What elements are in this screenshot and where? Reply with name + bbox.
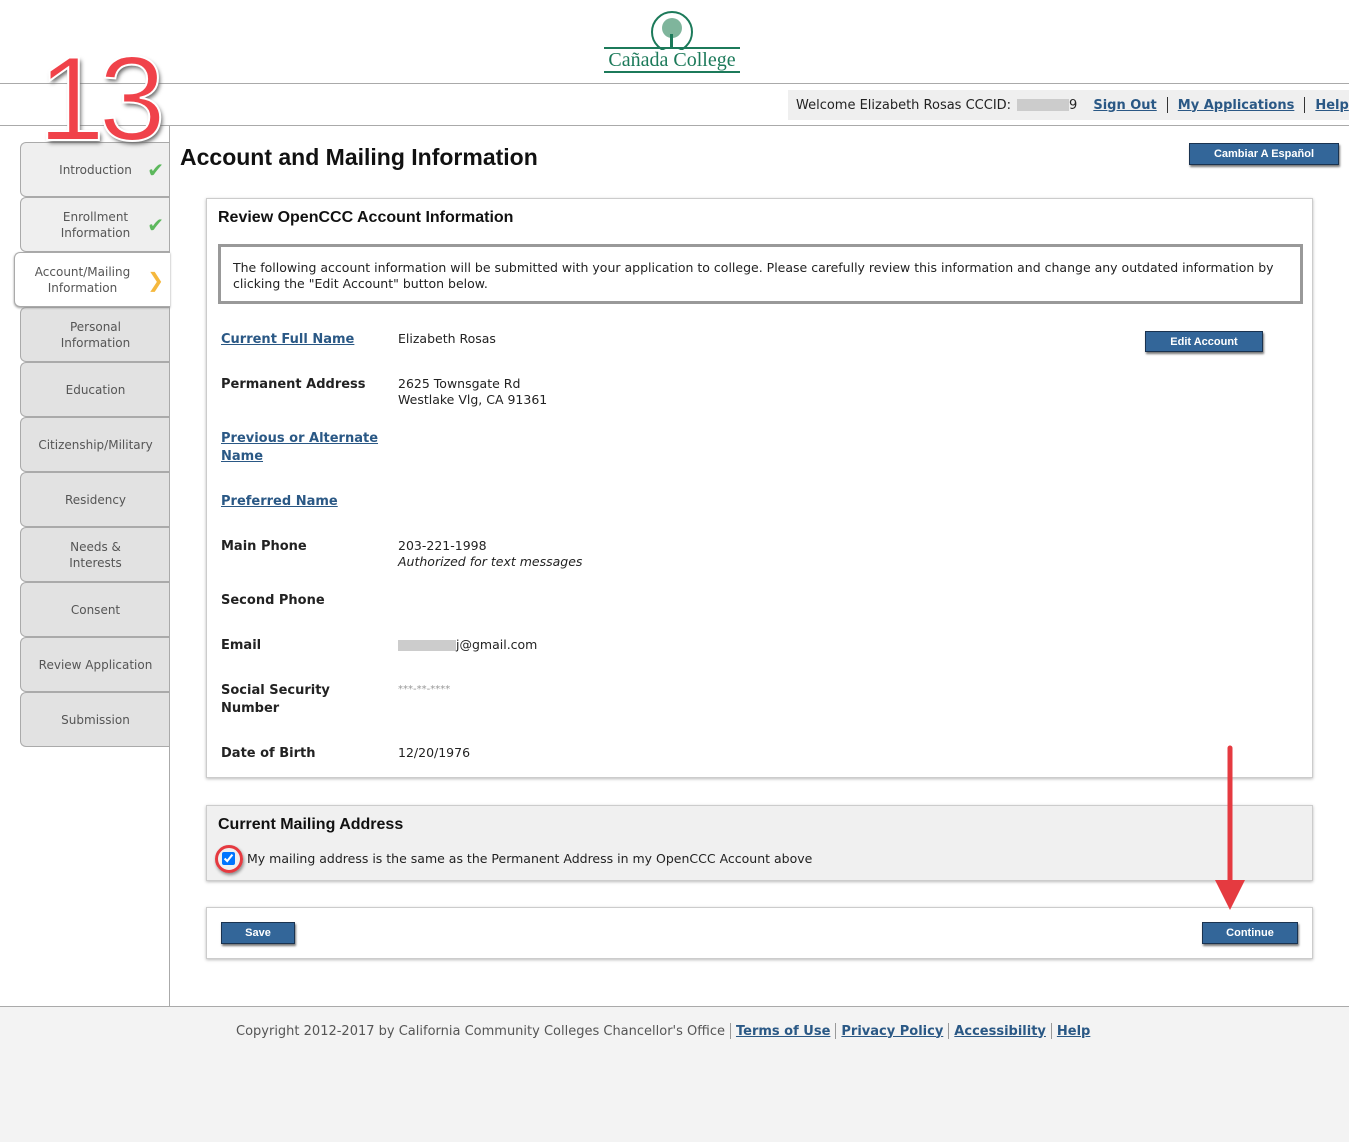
accessibility-link[interactable]: Accessibility [954,1024,1046,1039]
nav-label: Consent [70,602,121,617]
redacted-email [398,640,456,651]
save-button[interactable]: Save [221,922,295,944]
phone-note: Authorized for text messages [398,554,583,569]
nav-label: Residency [64,492,127,507]
nav-label: Citizenship/Military [38,437,153,452]
divider [948,1023,950,1039]
red-arrow-annotation [1215,745,1245,910]
full-name-value: Elizabeth Rosas [398,331,496,346]
college-logo: Cañada College [604,10,740,74]
same-address-checkbox[interactable] [222,852,235,865]
main-phone-value: 203-221-1998 [398,538,487,553]
current-full-name-link[interactable]: Current Full Name [221,331,398,349]
header-divider [0,83,1349,84]
field-label: Permanent Address [221,377,366,392]
divider [1304,97,1306,113]
dob-value: 12/20/1976 [398,745,471,760]
terms-link[interactable]: Terms of Use [736,1024,830,1039]
cccid-suffix: 9 [1069,97,1078,113]
nav-label: Account/Mailing Information [34,264,131,295]
section-heading: Current Mailing Address [218,816,404,833]
nav-label: Enrollment Information [60,209,131,240]
footer-help-link[interactable]: Help [1057,1024,1090,1039]
sidebar-item-enrollment[interactable]: Enrollment Information ✔ [20,197,170,252]
sign-out-link[interactable]: Sign Out [1093,98,1156,113]
copyright-text: Copyright 2012-2017 by California Commun… [236,1023,725,1039]
divider [1166,97,1168,113]
sidebar-nav: Introduction ✔ Enrollment Information ✔ Ac… [14,142,170,747]
address-line1: 2625 Townsgate Rd [398,376,521,391]
divider [835,1023,837,1039]
footer: Copyright 2012-2017 by California Commun… [0,1006,1349,1142]
checkbox-label: My mailing address is the same as the Pe… [247,851,813,866]
spanish-button[interactable]: Cambiar A Español [1189,143,1339,165]
nav-label: Review Application [38,657,153,672]
divider [729,1023,731,1039]
sidebar-item-review[interactable]: Review Application [20,637,170,692]
field-label: Social Security Number [221,683,330,716]
privacy-link[interactable]: Privacy Policy [841,1024,943,1039]
sidebar-item-residency[interactable]: Residency [20,472,170,527]
field-label: Date of Birth [221,746,316,761]
field-label: Main Phone [221,539,307,554]
mailing-address-panel: Current Mailing Address My mailing addre… [206,805,1313,881]
sidebar-item-submission[interactable]: Submission [20,692,170,747]
nav-label: Submission [61,712,130,727]
chevron-right-icon: ❯ [147,267,164,292]
field-label: Email [221,638,262,653]
sidebar-item-needs-interests[interactable]: Needs & Interests [20,527,170,582]
sidebar-item-account-mailing[interactable]: Account/Mailing Information ❯ [14,252,170,307]
sidebar-item-education[interactable]: Education [20,362,170,417]
step-number-annotation: 13 [37,32,167,166]
nav-label: Personal Information [60,319,131,350]
actions-panel: Save Continue [206,907,1313,959]
page-title: Account and Mailing Information [180,144,538,170]
help-link[interactable]: Help [1315,98,1348,113]
sidebar-item-citizenship[interactable]: Citizenship/Military [20,417,170,472]
ssn-value: ***-**-**** [398,684,451,695]
nav-label: Needs & Interests [69,539,122,570]
account-review-panel: Review OpenCCC Account Information The f… [206,198,1313,778]
my-applications-link[interactable]: My Applications [1178,98,1295,113]
sidebar-item-consent[interactable]: Consent [20,582,170,637]
address-line2: Westlake Vlg, CA 91361 [398,392,548,407]
subheader-divider [0,125,1349,126]
alternate-name-link[interactable]: Previous or Alternate Name [221,430,381,466]
check-icon: ✔ [147,212,164,237]
redacted-cccid [1017,99,1070,111]
edit-account-button[interactable]: Edit Account [1145,331,1263,352]
notice-box: The following account information will b… [218,244,1303,304]
email-value: j@gmail.com [456,637,538,652]
field-label: Second Phone [221,593,325,608]
preferred-name-link[interactable]: Preferred Name [221,493,398,511]
section-heading: Review OpenCCC Account Information [218,209,514,226]
continue-button[interactable]: Continue [1202,922,1298,944]
divider [1050,1023,1052,1039]
tree-logo-icon [651,11,693,50]
nav-label: Education [65,382,126,397]
welcome-bar: Welcome Elizabeth Rosas CCCID: 9 Sign Ou… [788,90,1349,120]
welcome-text: Welcome Elizabeth Rosas CCCID: [796,97,1012,113]
sidebar-item-personal[interactable]: Personal Information [20,307,170,362]
